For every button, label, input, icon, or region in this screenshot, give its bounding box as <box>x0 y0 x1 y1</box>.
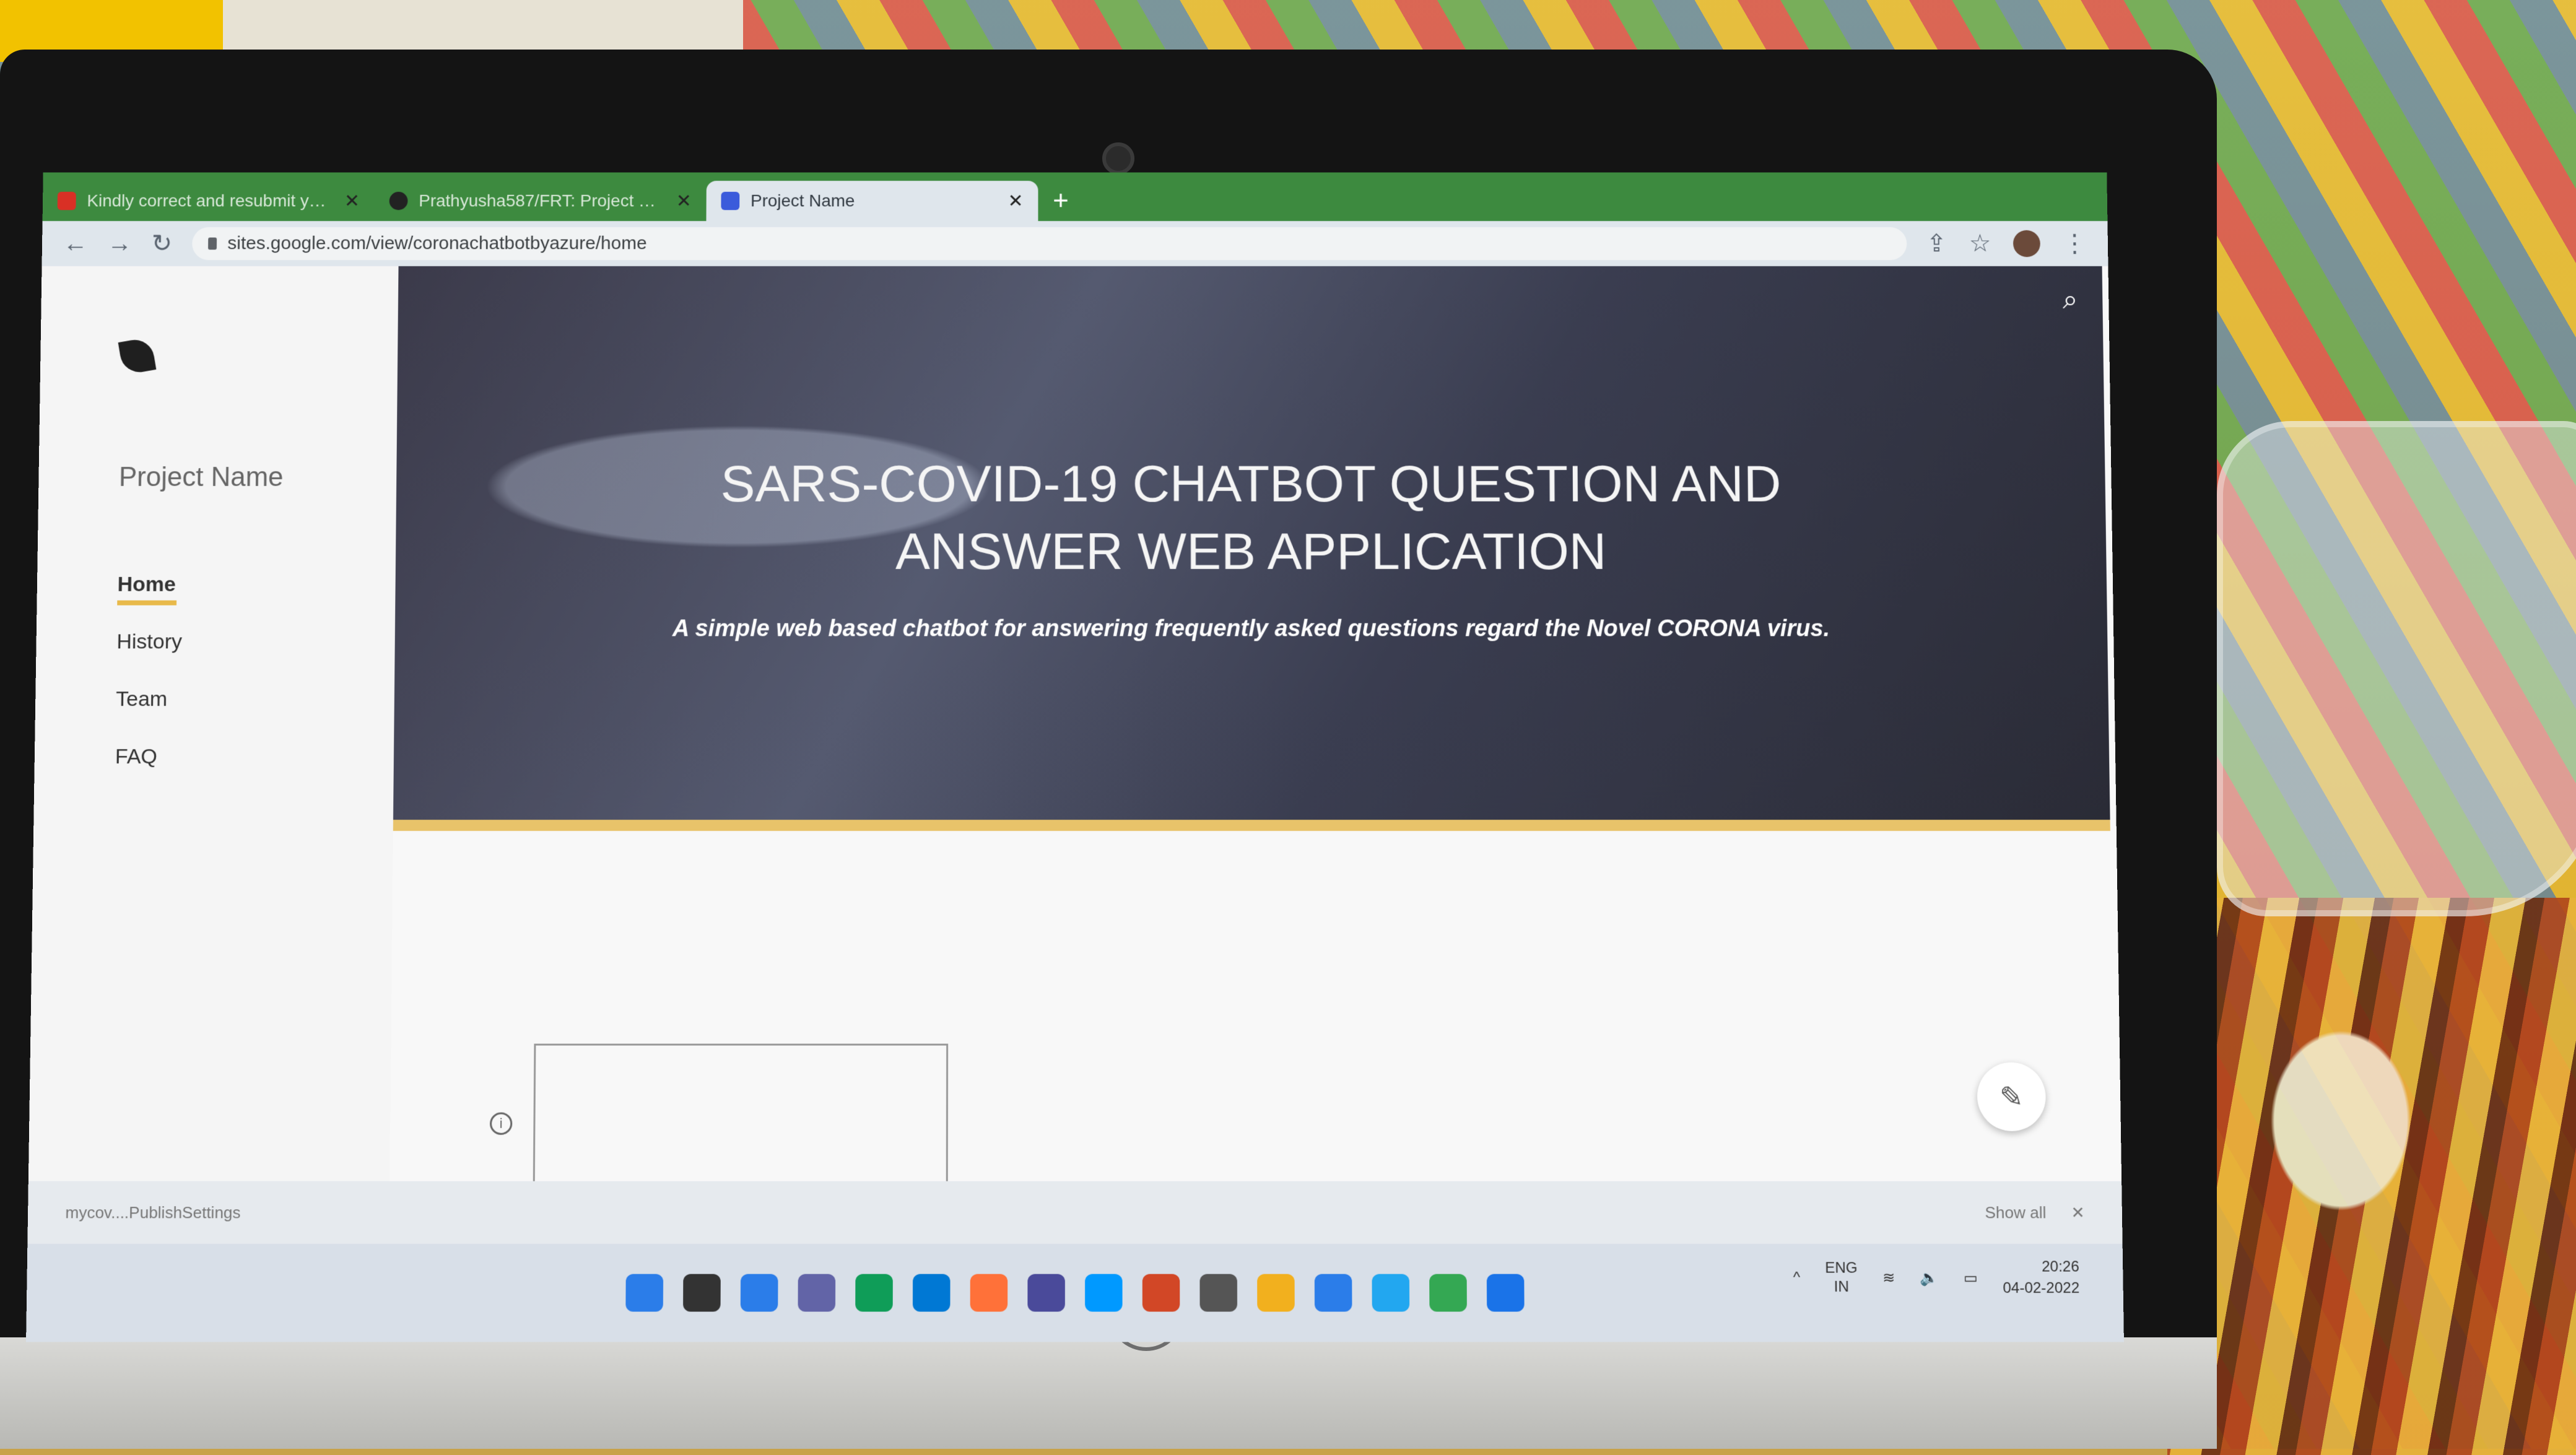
leaf-logo-icon[interactable] <box>118 337 157 375</box>
browser-toolbar: ← → ↻ sites.google.com/view/coronachatbo… <box>41 221 2108 266</box>
close-icon[interactable]: ✕ <box>1008 190 1024 211</box>
hero-subtitle: A simple web based chatbot for answering… <box>672 615 1830 642</box>
download-bar: mycov....PublishSettings Show all ✕ <box>27 1181 2123 1244</box>
nav-item-team[interactable]: Team <box>116 687 181 711</box>
system-tray: ^ ENG IN ≋ 🔈 ▭ 20:26 04-02-2022 <box>1793 1256 2080 1299</box>
new-tab-button[interactable]: + <box>1038 181 1083 221</box>
language-code: ENG <box>1825 1259 1858 1277</box>
clock-date: 04-02-2022 <box>2003 1279 2080 1297</box>
region-code: IN <box>1834 1278 1850 1296</box>
lock-icon <box>207 237 217 250</box>
gmail-icon <box>57 191 76 211</box>
nav-item-history[interactable]: History <box>116 630 182 654</box>
address-bar[interactable]: sites.google.com/view/coronachatbotbyazu… <box>191 227 1907 261</box>
info-icon[interactable]: i <box>489 1112 513 1135</box>
tab-label: Project Name <box>751 191 855 211</box>
close-icon[interactable]: ✕ <box>676 190 692 211</box>
reload-icon[interactable]: ↻ <box>151 230 172 258</box>
google-sites-icon <box>721 191 740 211</box>
taskbar-app-icon[interactable] <box>855 1274 893 1312</box>
clock-time: 20:26 <box>2041 1258 2079 1275</box>
taskbar-app-icon[interactable] <box>740 1274 778 1312</box>
back-arrow-icon[interactable]: ← <box>63 230 88 257</box>
wifi-icon[interactable]: ≋ <box>1882 1269 1895 1287</box>
search-icon[interactable]: ⌕ <box>2063 284 2078 315</box>
menu-kebab-icon[interactable]: ⋮ <box>2062 230 2087 258</box>
taskbar-app-icon[interactable] <box>1085 1274 1123 1312</box>
windows-taskbar: ^ ENG IN ≋ 🔈 ▭ 20:26 04-02-2022 <box>26 1243 2124 1342</box>
site-sidebar: Project Name Home History Team FAQ <box>28 266 399 1181</box>
download-file-item[interactable]: mycov....PublishSettings <box>65 1203 1985 1222</box>
url-text: sites.google.com/view/coronachatbotbyazu… <box>227 233 647 254</box>
profile-avatar[interactable] <box>2012 230 2041 258</box>
bookmark-star-icon[interactable]: ☆ <box>1969 230 1991 258</box>
volume-icon[interactable]: 🔈 <box>1920 1269 1939 1287</box>
taskbar-app-icon[interactable] <box>912 1274 951 1312</box>
taskbar-app-icon[interactable] <box>1429 1274 1467 1312</box>
hero-title: SARS-COVID-19 CHATBOT QUESTION AND ANSWE… <box>720 454 1782 580</box>
clock[interactable]: 20:26 04-02-2022 <box>2003 1256 2080 1299</box>
taskbar-app-icon[interactable] <box>1142 1274 1180 1312</box>
laptop-screen: Kindly correct and resubmit your ✕ Prath… <box>26 172 2124 1342</box>
site-page: Project Name Home History Team FAQ ⌕ SAR… <box>28 266 2122 1209</box>
edit-pencil-button[interactable]: ✎ <box>1977 1062 2047 1131</box>
taskbar-app-icon[interactable] <box>1486 1274 1525 1312</box>
forward-arrow-icon[interactable]: → <box>107 230 132 257</box>
tab-kindly-correct[interactable]: Kindly correct and resubmit your ✕ <box>43 181 375 221</box>
close-icon[interactable]: ✕ <box>2071 1203 2084 1222</box>
taskbar-app-icon[interactable] <box>683 1274 721 1312</box>
nav-item-home[interactable]: Home <box>117 573 183 597</box>
language-indicator[interactable]: ENG IN <box>1825 1259 1858 1296</box>
webcam <box>1102 142 1134 175</box>
close-icon[interactable]: ✕ <box>344 190 360 211</box>
show-all-link[interactable]: Show all <box>1985 1203 2046 1222</box>
tab-strip: Kindly correct and resubmit your ✕ Prath… <box>42 172 2108 222</box>
share-icon[interactable]: ⇪ <box>1926 230 1947 258</box>
taskbar-apps <box>625 1274 1525 1312</box>
plastic-bag <box>2217 421 2576 916</box>
tab-label: Kindly correct and resubmit your <box>87 191 334 211</box>
taskbar-app-icon[interactable] <box>970 1274 1008 1312</box>
tab-project-name[interactable]: Project Name ✕ <box>706 181 1038 222</box>
site-nav: Home History Team FAQ <box>115 573 183 769</box>
chevron-up-icon[interactable]: ^ <box>1793 1269 1801 1287</box>
laptop-hinge <box>0 1337 2217 1449</box>
site-title[interactable]: Project Name <box>119 462 284 493</box>
taskbar-app-icon[interactable] <box>798 1274 836 1312</box>
tab-label: Prathyusha587/FRT: Project URL- <box>419 191 666 211</box>
battery-icon[interactable]: ▭ <box>1964 1269 1978 1287</box>
taskbar-app-icon[interactable] <box>1257 1274 1295 1312</box>
taskbar-app-icon[interactable] <box>1199 1274 1238 1312</box>
hero-banner: ⌕ SARS-COVID-19 CHATBOT QUESTION AND ANS… <box>393 266 2110 832</box>
taskbar-app-icon[interactable] <box>625 1274 664 1312</box>
github-icon <box>389 191 408 211</box>
nav-item-faq[interactable]: FAQ <box>115 745 181 769</box>
patterned-cloth <box>2167 898 2576 1455</box>
tab-github[interactable]: Prathyusha587/FRT: Project URL- ✕ <box>375 181 707 221</box>
taskbar-app-icon[interactable] <box>1372 1274 1410 1312</box>
taskbar-app-icon[interactable] <box>1314 1274 1352 1312</box>
taskbar-app-icon[interactable] <box>1027 1274 1065 1312</box>
